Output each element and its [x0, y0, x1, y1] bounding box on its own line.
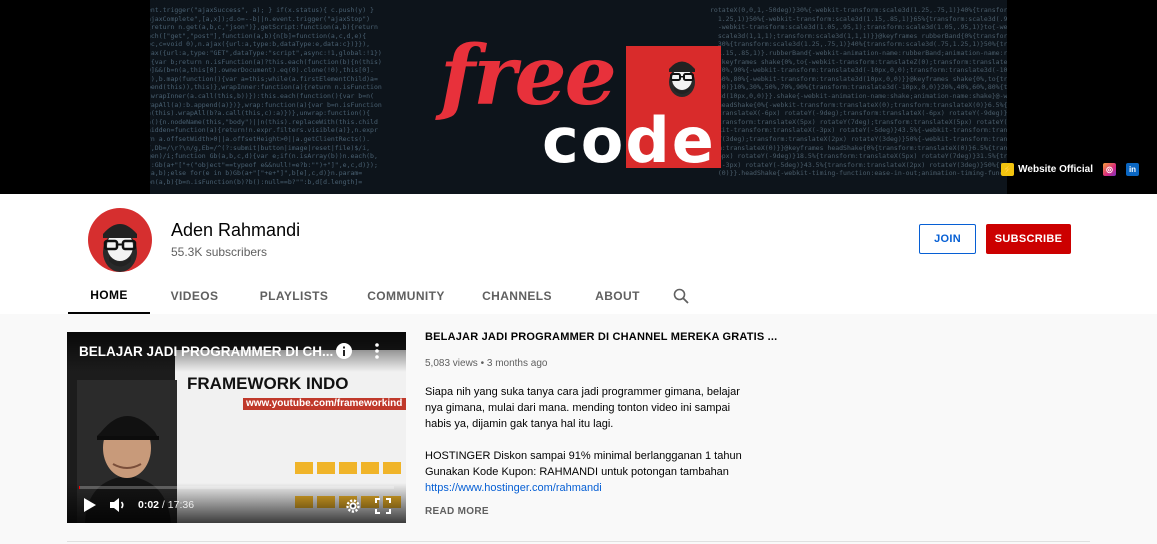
tab-playlists[interactable]: PLAYLISTS: [239, 278, 349, 314]
featured-video-meta: 5,083 views • 3 months ago: [425, 358, 548, 369]
linkedin-link[interactable]: in: [1126, 163, 1139, 176]
channel-banner: }else{ v=n.responseText(); e=a.event.tri…: [0, 0, 1157, 194]
frame-thumbnail: [361, 462, 379, 474]
featured-section: FRAMEWORK INDO www.youtube.com/framework…: [0, 314, 1157, 544]
tab-channels[interactable]: CHANNELS: [463, 278, 571, 314]
website-icon: ⚡: [1001, 163, 1015, 176]
progress-bar-fill: [79, 486, 81, 489]
progress-bar[interactable]: [79, 486, 394, 489]
hostinger-link[interactable]: https://www.hostinger.com/rahmandi: [425, 482, 602, 494]
play-icon[interactable]: [83, 497, 97, 513]
instagram-link[interactable]: ◎: [1103, 163, 1116, 176]
banner-links: ⚡ Website Official ◎ in: [1001, 163, 1139, 176]
volume-icon[interactable]: [109, 497, 127, 513]
video-player[interactable]: FRAMEWORK INDO www.youtube.com/framework…: [67, 332, 406, 523]
fullscreen-icon[interactable]: [375, 498, 391, 514]
frame-url: www.youtube.com/frameworkind: [243, 398, 406, 410]
website-link[interactable]: ⚡ Website Official: [1001, 163, 1093, 176]
tab-home[interactable]: HOME: [68, 278, 150, 314]
subscriber-count: 55.3K subscribers: [171, 245, 268, 259]
linkedin-icon: in: [1126, 163, 1139, 176]
frame-heading: FRAMEWORK INDO: [187, 374, 349, 393]
channel-name: Aden Rahmandi: [171, 220, 301, 240]
channel-tabs: HOME VIDEOS PLAYLISTS COMMUNITY CHANNELS…: [68, 278, 698, 314]
channel-avatar[interactable]: [88, 208, 152, 272]
duration: 17:36: [167, 499, 195, 511]
player-title[interactable]: BELAJAR JADI PROGRAMMER DI CH...: [79, 344, 333, 359]
frame-thumbnail: [295, 462, 313, 474]
frame-thumbnail: [383, 462, 401, 474]
description-line: HOSTINGER Diskon sampai 91% minimal berl…: [425, 450, 742, 462]
logo-avatar-icon: [669, 61, 695, 97]
tab-about[interactable]: ABOUT: [571, 278, 664, 314]
avatar-face-icon: [103, 224, 137, 272]
playback-time: 0:02 / 17:36: [138, 499, 195, 511]
banner-shade-left: [0, 0, 150, 194]
channel-header: Aden Rahmandi 55.3K subscribers JOIN SUB…: [0, 194, 1157, 314]
description-paragraph: Siapa nih yang suka tanya cara jadi prog…: [425, 386, 740, 430]
more-options-icon[interactable]: [373, 342, 381, 360]
join-button[interactable]: JOIN: [919, 224, 976, 254]
frame-thumbnail: [339, 462, 357, 474]
info-icon[interactable]: [335, 342, 353, 360]
current-time: 0:02: [138, 499, 160, 511]
settings-gear-icon[interactable]: [345, 498, 361, 514]
website-link-label: Website Official: [1018, 164, 1093, 175]
freecode-logo: free code: [430, 28, 730, 177]
instagram-icon: ◎: [1103, 163, 1116, 176]
logo-word-code: code: [542, 104, 716, 177]
channel-search-button[interactable]: [664, 278, 698, 314]
tab-community[interactable]: COMMUNITY: [349, 278, 463, 314]
featured-video-description: Siapa nih yang suka tanya cara jadi prog…: [425, 384, 755, 496]
search-icon: [673, 288, 689, 304]
section-divider: [67, 541, 1090, 542]
frame-thumbnail: [317, 462, 335, 474]
subscribe-button[interactable]: SUBSCRIBE: [986, 224, 1071, 254]
description-line: Gunakan Kode Kupon: RAHMANDI untuk poton…: [425, 466, 729, 478]
read-more-button[interactable]: READ MORE: [425, 506, 489, 517]
tab-videos[interactable]: VIDEOS: [150, 278, 239, 314]
featured-video-title[interactable]: BELAJAR JADI PROGRAMMER DI CHANNEL MEREK…: [425, 331, 777, 343]
